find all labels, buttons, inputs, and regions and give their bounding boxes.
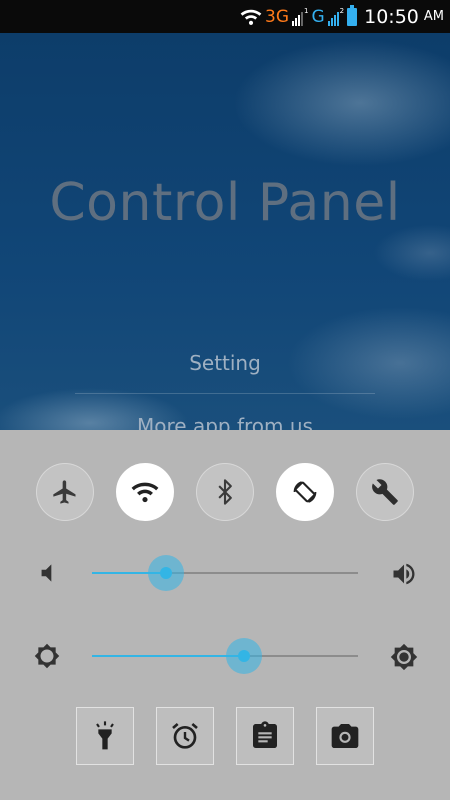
more-apps-menu-item[interactable]: More app from us: [0, 414, 450, 430]
clock: 10:50: [364, 5, 419, 28]
brightness-track[interactable]: [92, 638, 358, 674]
airplane-icon: [53, 480, 76, 504]
clipboard-button[interactable]: [236, 707, 294, 765]
toggle-row: [0, 463, 450, 523]
wifi-icon: [240, 9, 262, 25]
wifi-icon: [131, 482, 159, 503]
wrench-icon: [372, 479, 398, 505]
control-panel: [0, 430, 450, 800]
auto-rotate-toggle[interactable]: [276, 463, 334, 521]
status-bar: 3G 1 G 2 10:50 AM: [0, 0, 450, 33]
brightness-slider[interactable]: [0, 636, 450, 676]
camera-icon: [331, 724, 359, 748]
clock-ampm: AM: [423, 9, 444, 24]
brightness-thumb[interactable]: [237, 650, 250, 662]
menu-divider: [75, 393, 375, 394]
network-g-label: G: [311, 6, 325, 27]
auto-rotate-icon: [293, 481, 317, 503]
volume-high-icon: [393, 563, 415, 585]
status-icons: 3G 1 G 2 10:50 AM: [240, 0, 444, 33]
signal-icon: 1: [292, 6, 309, 26]
flashlight-button[interactable]: [76, 707, 134, 765]
volume-track[interactable]: [92, 555, 358, 591]
bluetooth-toggle[interactable]: [196, 463, 254, 521]
network-3g-label: 3G: [265, 6, 289, 27]
flashlight-icon: [96, 721, 114, 750]
setting-menu-item[interactable]: Setting: [0, 351, 450, 375]
battery-icon: [347, 4, 358, 26]
wifi-toggle[interactable]: [116, 463, 174, 521]
volume-low-icon: [41, 564, 52, 582]
sim2-label: 2: [339, 6, 345, 15]
quick-actions: [0, 707, 450, 767]
alarm-clock-icon: [172, 722, 198, 749]
brightness-low-icon: [34, 643, 60, 669]
airplane-toggle[interactable]: [36, 463, 94, 521]
app-title: Control Panel: [49, 173, 401, 233]
settings-wrench-toggle[interactable]: [356, 463, 414, 521]
app-background: Control Panel Setting More app from us: [0, 33, 450, 430]
bluetooth-icon: [218, 479, 232, 505]
brightness-fill: [92, 655, 244, 657]
alarm-button[interactable]: [156, 707, 214, 765]
clipboard-icon: [253, 721, 277, 748]
volume-slider[interactable]: [0, 553, 450, 593]
camera-button[interactable]: [316, 707, 374, 765]
brightness-high-icon: [390, 643, 418, 671]
signal-icon: 2: [327, 6, 345, 26]
sim1-label: 1: [304, 6, 309, 15]
